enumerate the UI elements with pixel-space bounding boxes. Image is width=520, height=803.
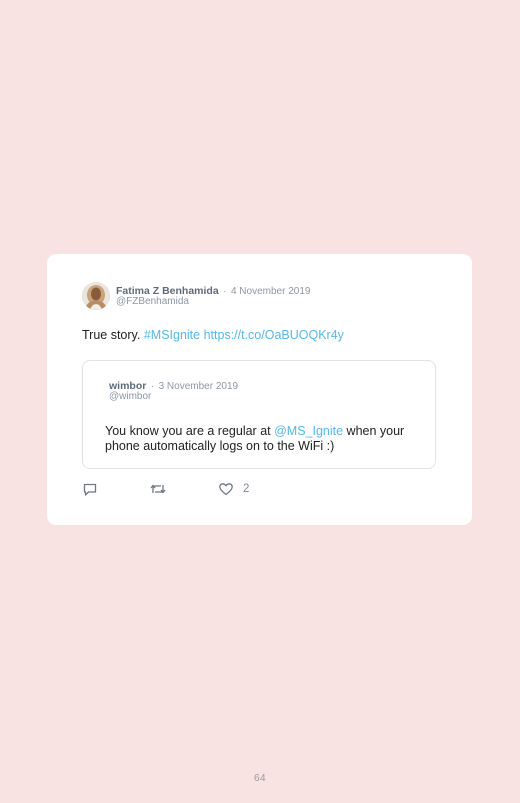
author-handle[interactable]: @FZBenhamida [116,296,189,308]
tweet-date[interactable]: 4 November 2019 [231,286,311,297]
avatar-image [82,282,110,310]
tweet-card: Fatima Z Benhamida · 4 November 2019 @FZ… [47,254,472,525]
quoted-tweet[interactable]: wimbor · 3 November 2019 @wimbor You kno… [82,360,436,469]
url-link[interactable]: https://t.co/OaBUOQKr4y [204,328,344,342]
page-number: 64 [253,773,267,784]
like-count: 2 [243,483,250,495]
meta-separator: · [223,286,227,297]
retweet-button[interactable] [149,480,167,498]
retweet-icon [150,484,166,494]
quoted-tweet-date[interactable]: 3 November 2019 [159,381,239,392]
quoted-text-before: You know you are a regular at [105,424,275,438]
quoted-author-handle[interactable]: @wimbor [109,391,151,403]
tweet-text: True story. #MSIgnite https://t.co/OaBUO… [82,327,344,343]
mention-link[interactable]: @MS_Ignite [274,424,343,438]
hashtag-link[interactable]: #MSIgnite [144,328,200,342]
reply-button[interactable] [82,480,98,498]
quoted-tweet-text: You know you are a regular at @MS_Ignite… [105,424,425,454]
heart-icon [219,483,233,496]
tweet-actions: 2 [82,480,282,498]
reply-icon [83,483,97,496]
like-button[interactable]: 2 [218,480,249,498]
author-avatar[interactable] [82,282,110,310]
tweet-text-prefix: True story. [82,328,144,342]
